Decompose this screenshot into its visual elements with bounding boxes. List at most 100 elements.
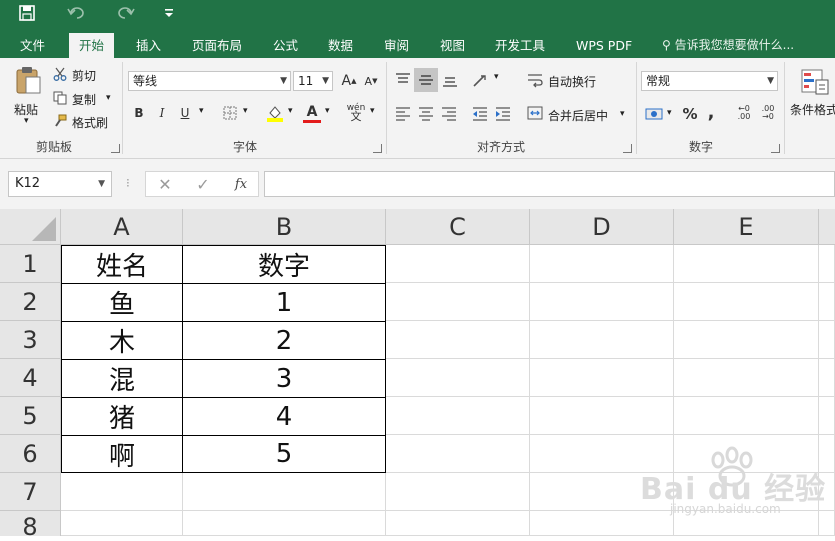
format-painter-button[interactable]: 格式刷 [72, 114, 108, 131]
paste-dropdown-icon[interactable]: ▾ [24, 116, 29, 126]
bold-button[interactable]: B [132, 104, 146, 122]
alignment-launcher-icon[interactable] [623, 144, 632, 153]
cell-b3[interactable]: 2 [182, 321, 386, 360]
cell-f2[interactable] [819, 283, 835, 321]
shrink-font-icon[interactable]: A ▼ [362, 71, 380, 91]
number-format-select[interactable]: 常规 ▼ [641, 71, 778, 91]
tab-page-layout[interactable]: 页面布局 [192, 33, 242, 58]
cell-f3[interactable] [819, 321, 835, 359]
align-top-icon[interactable] [393, 70, 413, 90]
cell-f1[interactable] [819, 245, 835, 283]
column-header-e[interactable]: E [674, 209, 819, 245]
increase-decimal-icon[interactable]: ←0.00 [734, 103, 754, 123]
underline-button[interactable]: U [178, 104, 192, 122]
cell-c5[interactable] [386, 397, 530, 435]
percent-button[interactable]: % [681, 104, 699, 124]
select-all-corner[interactable] [0, 209, 61, 245]
cell-c3[interactable] [386, 321, 530, 359]
cell-f5[interactable] [819, 397, 835, 435]
accounting-dropdown-icon[interactable]: ▾ [667, 108, 672, 118]
tell-me-search[interactable]: ⚲ 告诉我您想要做什么... [662, 33, 794, 58]
font-launcher-icon[interactable] [373, 144, 382, 153]
cell-d4[interactable] [530, 359, 674, 397]
borders-icon[interactable] [222, 105, 238, 121]
cell-e4[interactable] [674, 359, 819, 397]
cell-d5[interactable] [530, 397, 674, 435]
orientation-dropdown-icon[interactable]: ▾ [494, 72, 499, 82]
grow-font-icon[interactable]: A ▲ [340, 71, 358, 91]
cell-e2[interactable] [674, 283, 819, 321]
number-launcher-icon[interactable] [771, 144, 780, 153]
cell-d2[interactable] [530, 283, 674, 321]
tab-insert[interactable]: 插入 [136, 33, 161, 58]
clipboard-launcher-icon[interactable] [111, 144, 120, 153]
tab-view[interactable]: 视图 [440, 33, 465, 58]
cell-e1[interactable] [674, 245, 819, 283]
increase-indent-icon[interactable] [493, 104, 513, 124]
decrease-decimal-icon[interactable]: .00 →0 [758, 103, 778, 123]
font-color-dropdown-icon[interactable]: ▾ [325, 106, 330, 116]
underline-dropdown-icon[interactable]: ▾ [199, 106, 204, 116]
accounting-format-icon[interactable] [643, 104, 665, 124]
merge-center-button[interactable]: 合并后居中 [548, 107, 608, 124]
tab-data[interactable]: 数据 [328, 33, 353, 58]
font-size-select[interactable]: 11 ▼ [293, 71, 333, 91]
align-right-icon[interactable] [439, 104, 459, 124]
fill-color-dropdown-icon[interactable]: ▾ [288, 106, 293, 116]
cell-c4[interactable] [386, 359, 530, 397]
row-header-2[interactable]: 2 [0, 283, 61, 321]
orientation-icon[interactable] [470, 70, 492, 90]
undo-icon[interactable] [62, 0, 92, 26]
font-name-select[interactable]: 等线 ▼ [128, 71, 291, 91]
phonetic-guide-icon[interactable]: wén 文 [346, 102, 366, 122]
cell-b1[interactable]: 数字 [182, 245, 386, 284]
align-center-icon[interactable] [416, 104, 436, 124]
cancel-icon[interactable]: ✕ [156, 175, 174, 194]
cell-c7[interactable] [386, 473, 530, 511]
borders-dropdown-icon[interactable]: ▾ [243, 106, 248, 116]
tab-developer[interactable]: 开发工具 [495, 33, 545, 58]
cell-a7[interactable] [61, 473, 183, 511]
cell-f4[interactable] [819, 359, 835, 397]
cell-b4[interactable]: 3 [182, 359, 386, 398]
align-left-icon[interactable] [393, 104, 413, 124]
row-header-4[interactable]: 4 [0, 359, 61, 397]
row-header-8[interactable]: 8 [0, 511, 61, 541]
tab-file[interactable]: 文件 [20, 33, 45, 58]
name-box[interactable]: K12 ▼ [8, 171, 112, 197]
cell-a1[interactable]: 姓名 [61, 245, 183, 284]
cell-c1[interactable] [386, 245, 530, 283]
cell-d1[interactable] [530, 245, 674, 283]
tab-review[interactable]: 审阅 [384, 33, 409, 58]
decrease-indent-icon[interactable] [470, 104, 490, 124]
cell-b7[interactable] [183, 473, 386, 511]
cell-c8[interactable] [386, 511, 530, 536]
cell-c6[interactable] [386, 435, 530, 473]
formula-bar-splitter-icon[interactable]: ⁝ [126, 176, 130, 190]
row-header-6[interactable]: 6 [0, 435, 61, 473]
cell-a8[interactable] [61, 511, 183, 536]
cell-d3[interactable] [530, 321, 674, 359]
copy-dropdown-icon[interactable]: ▾ [106, 93, 111, 103]
wrap-text-button[interactable]: 自动换行 [548, 73, 596, 90]
formula-input[interactable] [264, 171, 835, 197]
redo-icon[interactable] [108, 0, 142, 26]
merge-dropdown-icon[interactable]: ▾ [620, 109, 625, 119]
cut-button[interactable]: 剪切 [72, 67, 96, 84]
cell-e3[interactable] [674, 321, 819, 359]
cell-a3[interactable]: 木 [61, 321, 183, 360]
phonetic-dropdown-icon[interactable]: ▾ [370, 106, 375, 116]
save-icon[interactable] [14, 0, 40, 26]
italic-button[interactable]: I [155, 104, 169, 122]
enter-icon[interactable]: ✓ [194, 175, 212, 194]
conditional-formatting-button[interactable]: 条件格式 [790, 101, 835, 118]
column-header-b[interactable]: B [183, 209, 386, 245]
cell-a6[interactable]: 啊 [61, 435, 183, 473]
column-header-d[interactable]: D [530, 209, 674, 245]
copy-button[interactable]: 复制 [72, 91, 96, 108]
row-header-7[interactable]: 7 [0, 473, 61, 511]
cell-b2[interactable]: 1 [182, 283, 386, 322]
tab-home[interactable]: 开始 [69, 33, 115, 58]
row-header-1[interactable]: 1 [0, 245, 61, 283]
cell-e5[interactable] [674, 397, 819, 435]
